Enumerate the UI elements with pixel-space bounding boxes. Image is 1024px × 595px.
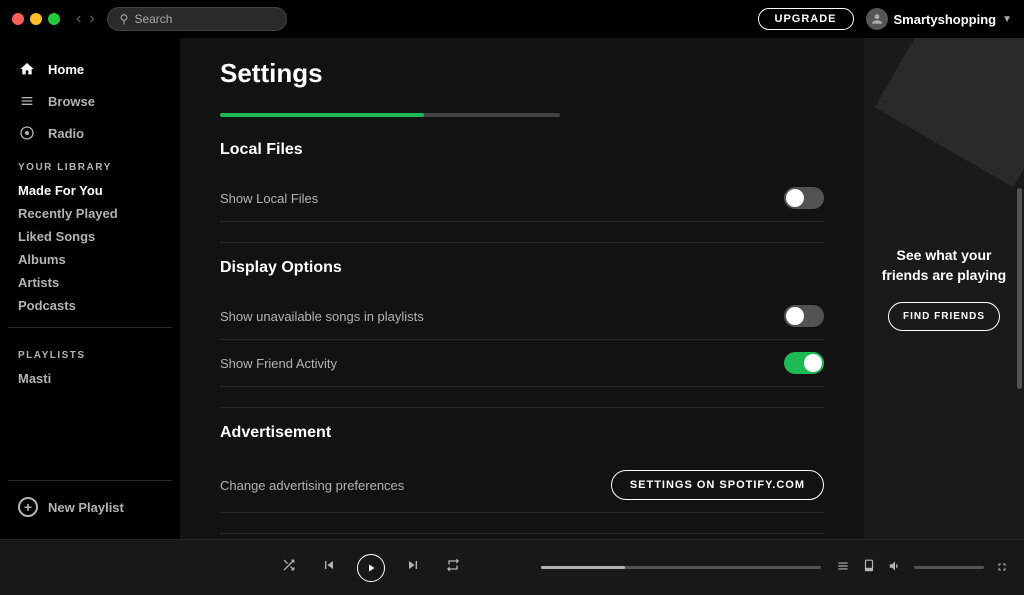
sidebar-home-label: Home: [48, 62, 84, 77]
toggle-thumb-2: [786, 307, 804, 325]
sidebar-browse-label: Browse: [48, 94, 95, 109]
titlebar-right: UPGRADE Smartyshopping ▼: [758, 8, 1013, 30]
sidebar-item-podcasts[interactable]: Podcasts: [8, 294, 172, 317]
radio-icon: [18, 124, 36, 142]
new-playlist-label: New Playlist: [48, 500, 124, 515]
devices-button[interactable]: [862, 559, 876, 576]
forward-button[interactable]: ›: [89, 10, 94, 28]
window-controls: [12, 13, 60, 25]
previous-button[interactable]: [317, 553, 341, 582]
advertising-preferences-row: Change advertising preferences SETTINGS …: [220, 458, 824, 513]
show-unavailable-row: Show unavailable songs in playlists: [220, 293, 824, 340]
maximize-window-button[interactable]: [48, 13, 60, 25]
sidebar-item-recently-played[interactable]: Recently Played: [8, 202, 172, 225]
show-local-files-toggle[interactable]: [784, 187, 824, 209]
settings-on-spotify-button[interactable]: SETTINGS ON SPOTIFY.COM: [611, 470, 824, 500]
player-controls: [216, 553, 526, 582]
find-friends-button[interactable]: FIND FRIENDS: [888, 302, 1000, 331]
search-input[interactable]: [134, 12, 273, 26]
show-unavailable-label: Show unavailable songs in playlists: [220, 309, 424, 324]
navigation-arrows: ‹ ›: [76, 10, 95, 28]
show-friend-activity-row: Show Friend Activity: [220, 340, 824, 387]
sidebar-item-made-for-you[interactable]: Made For You: [8, 179, 172, 202]
show-local-files-row: Show Local Files: [220, 175, 824, 222]
fullscreen-button[interactable]: [996, 560, 1008, 576]
sidebar-divider-2: [8, 480, 172, 481]
right-panel-text: See what your friends are playing: [864, 246, 1024, 285]
upgrade-button[interactable]: UPGRADE: [758, 8, 854, 30]
advertisement-divider: [220, 533, 824, 534]
toggle-thumb-3: [804, 354, 822, 372]
next-button[interactable]: [401, 553, 425, 582]
username-label: Smartyshopping: [894, 12, 997, 27]
queue-button[interactable]: [836, 559, 850, 576]
close-window-button[interactable]: [12, 13, 24, 25]
toggle-thumb: [786, 189, 804, 207]
right-panel-scrollbar[interactable]: [1017, 188, 1022, 388]
playlists-section-label: PLAYLISTS: [8, 338, 172, 367]
show-friend-activity-toggle[interactable]: [784, 352, 824, 374]
home-icon: [18, 60, 36, 78]
player-bar: [0, 539, 1024, 595]
player-right-controls: [836, 559, 1008, 576]
search-icon: ⚲: [120, 12, 129, 26]
right-panel: See what your friends are playing FIND F…: [864, 38, 1024, 539]
sidebar-item-radio[interactable]: Radio: [8, 118, 172, 148]
progress-fill: [220, 113, 424, 117]
avatar: [866, 8, 888, 30]
shuffle-button[interactable]: [277, 553, 301, 582]
minimize-window-button[interactable]: [30, 13, 42, 25]
sidebar-item-home[interactable]: Home: [8, 54, 172, 84]
volume-bar[interactable]: [914, 566, 984, 569]
sidebar-item-masti[interactable]: Masti: [8, 367, 172, 390]
user-menu-button[interactable]: Smartyshopping ▼: [866, 8, 1012, 30]
titlebar: ‹ › ⚲ UPGRADE Smartyshopping ▼: [0, 0, 1024, 38]
show-unavailable-toggle[interactable]: [784, 305, 824, 327]
browse-icon: [18, 92, 36, 110]
sidebar-item-liked-songs[interactable]: Liked Songs: [8, 225, 172, 248]
settings-title: Settings: [220, 58, 824, 89]
settings-progress-bar: [220, 113, 560, 117]
advertising-preferences-label: Change advertising preferences: [220, 478, 404, 493]
progress-fill: [541, 566, 625, 569]
show-local-files-label: Show Local Files: [220, 191, 318, 206]
chevron-down-icon: ▼: [1002, 14, 1012, 25]
sidebar-item-artists[interactable]: Artists: [8, 271, 172, 294]
sidebar: Home Browse Radio YOUR LIBRARY Made For …: [0, 38, 180, 539]
new-playlist-button[interactable]: + New Playlist: [8, 491, 172, 523]
local-files-divider: [220, 242, 824, 243]
sidebar-item-albums[interactable]: Albums: [8, 248, 172, 271]
volume-icon[interactable]: [888, 559, 902, 576]
display-options-section-title: Display Options: [220, 259, 824, 277]
your-library-section-label: YOUR LIBRARY: [8, 150, 172, 179]
play-button[interactable]: [357, 554, 385, 582]
sidebar-divider: [8, 327, 172, 328]
main-layout: Home Browse Radio YOUR LIBRARY Made For …: [0, 38, 1024, 539]
sidebar-radio-label: Radio: [48, 126, 84, 141]
settings-panel: Settings Local Files Show Local Files Di…: [180, 38, 864, 539]
plus-icon: +: [18, 497, 38, 517]
progress-bar[interactable]: [541, 566, 821, 569]
display-divider: [220, 407, 824, 408]
show-friend-activity-label: Show Friend Activity: [220, 356, 337, 371]
content-area: Settings Local Files Show Local Files Di…: [180, 38, 864, 539]
back-button[interactable]: ‹: [76, 10, 81, 28]
player-progress-area: [526, 566, 836, 569]
local-files-section-title: Local Files: [220, 141, 824, 159]
advertisement-section-title: Advertisement: [220, 424, 824, 442]
sidebar-item-browse[interactable]: Browse: [8, 86, 172, 116]
search-bar[interactable]: ⚲: [107, 7, 287, 31]
repeat-button[interactable]: [441, 553, 465, 582]
